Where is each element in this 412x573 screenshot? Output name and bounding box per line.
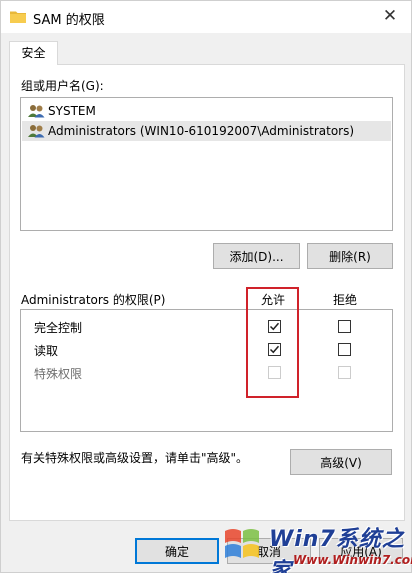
ok-button[interactable]: 确定 xyxy=(135,538,219,564)
allow-column-highlight xyxy=(246,287,299,398)
tab-security[interactable]: 安全 xyxy=(9,41,58,65)
title-bar: SAM 的权限 ✕ xyxy=(1,1,411,33)
read-deny-checkbox[interactable] xyxy=(338,343,351,356)
special-deny-checkbox xyxy=(338,366,351,379)
user-group-icon xyxy=(28,125,45,138)
user-list-item-administrators[interactable]: Administrators (WIN10-610192007\Administ… xyxy=(22,121,391,141)
advanced-hint: 有关特殊权限或高级设置，请单击"高级"。 xyxy=(21,451,249,465)
permissions-header-label: Administrators 的权限(P) xyxy=(21,293,166,307)
user-name: SYSTEM xyxy=(48,104,96,118)
full-control-deny-checkbox[interactable] xyxy=(338,320,351,333)
deny-column-label: 拒绝 xyxy=(333,293,358,307)
remove-user-button[interactable]: 删除(R) xyxy=(307,243,393,269)
permissions-list: 完全控制 读取 特殊权限 xyxy=(20,309,393,432)
users-label: 组或用户名(G): xyxy=(21,79,104,93)
tab-security-label: 安全 xyxy=(21,46,46,60)
close-icon: ✕ xyxy=(382,6,398,26)
user-list-item-system[interactable]: SYSTEM xyxy=(22,101,391,121)
window-title: SAM 的权限 xyxy=(33,13,105,28)
permission-name: 特殊权限 xyxy=(34,367,83,381)
watermark-line2: Www.Winwin7.com xyxy=(293,553,412,567)
user-name: Administrators (WIN10-610192007\Administ… xyxy=(48,124,355,138)
user-list[interactable]: SYSTEM Administrators (WIN10-610192007\A… xyxy=(20,97,393,231)
permissions-dialog: SAM 的权限 ✕ 安全 组或用户名(G): SYSTEM Administra… xyxy=(0,0,412,573)
folder-icon xyxy=(10,11,26,23)
advanced-button[interactable]: 高级(V) xyxy=(290,449,392,475)
close-button[interactable]: ✕ xyxy=(379,5,401,27)
user-group-icon xyxy=(28,105,45,118)
permission-name: 完全控制 xyxy=(34,321,83,335)
add-user-button[interactable]: 添加(D)... xyxy=(213,243,300,269)
permission-name: 读取 xyxy=(34,344,59,358)
